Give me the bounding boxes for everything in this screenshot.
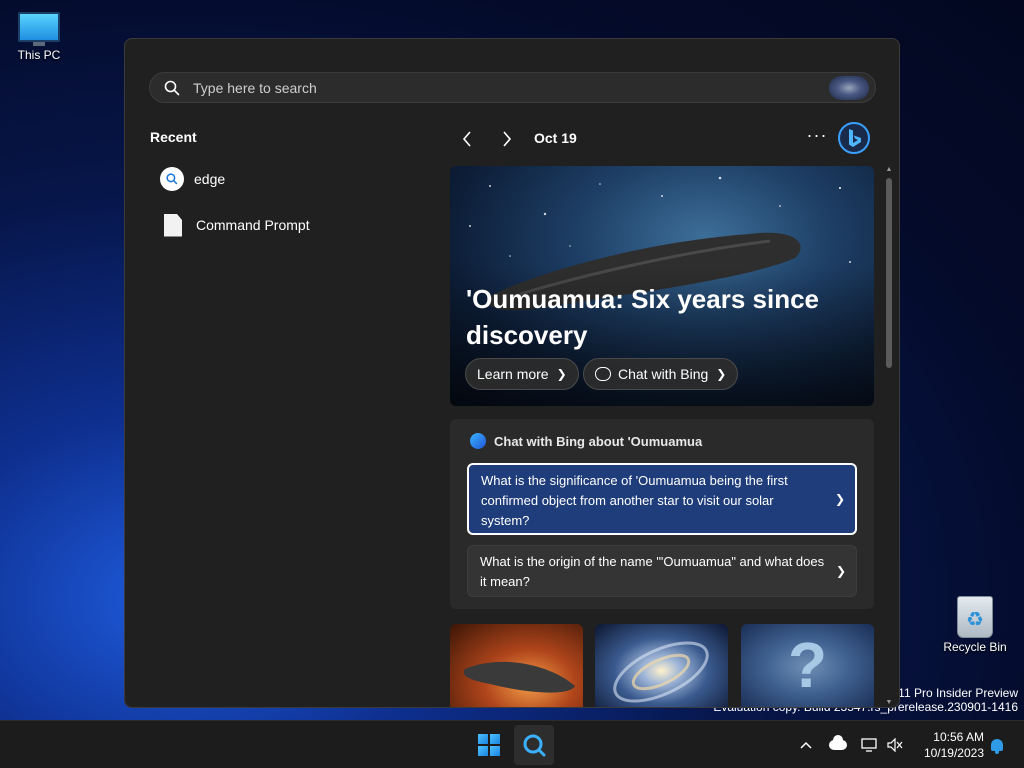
chat-card-title: Chat with Bing about 'Oumuamua xyxy=(470,433,702,449)
search-icon xyxy=(164,80,180,95)
asteroid-thumbnail[interactable] xyxy=(450,624,583,707)
scroll-up-icon[interactable]: ▲ xyxy=(885,166,893,173)
taskbar-search-button[interactable] xyxy=(514,725,554,765)
search-panel: Recent edge Command Prompt Oct 19 ··· xyxy=(124,38,900,708)
chat-prompt-text: What is the significance of 'Oumuamua be… xyxy=(481,473,788,528)
highlight-date: Oct 19 xyxy=(534,130,577,146)
monitor-icon xyxy=(18,12,60,46)
chevron-right-icon: ❯ xyxy=(835,564,846,578)
hero-title: 'Oumuamua: Six years since discovery xyxy=(466,284,820,350)
previous-day-button[interactable] xyxy=(455,127,479,151)
recycle-bin-label: Recycle Bin xyxy=(943,640,1007,654)
file-icon xyxy=(164,213,182,237)
chevron-right-icon: ❯ xyxy=(556,367,567,381)
chat-prompt-text: What is the origin of the name "'Oumuamu… xyxy=(480,554,825,589)
next-day-button[interactable] xyxy=(495,127,519,151)
recent-item-edge[interactable]: edge xyxy=(160,163,225,195)
search-input[interactable] xyxy=(193,79,793,96)
scrollbar[interactable]: ▲ ▼ xyxy=(885,166,893,706)
chevron-right-icon xyxy=(503,131,512,147)
search-box[interactable] xyxy=(149,72,876,103)
chevron-left-icon xyxy=(462,131,471,147)
windows-logo-icon xyxy=(478,734,500,756)
recent-item-command-prompt[interactable]: Command Prompt xyxy=(160,209,310,241)
scrollbar-thumb[interactable] xyxy=(886,178,892,368)
chat-prompt[interactable]: What is the significance of 'Oumuamua be… xyxy=(467,463,857,535)
network-icon xyxy=(861,738,877,752)
chat-prompt[interactable]: What is the origin of the name "'Oumuamu… xyxy=(467,545,857,597)
chat-card-title-text: Chat with Bing about 'Oumuamua xyxy=(494,433,703,449)
bell-icon xyxy=(991,739,1003,754)
chevron-right-icon: ❯ xyxy=(716,367,727,381)
galaxy-thumbnail[interactable] xyxy=(595,624,728,707)
chevron-up-icon xyxy=(800,741,812,749)
recycle-bin-desktop-icon[interactable]: Recycle Bin xyxy=(937,596,1013,654)
this-pc-label: This PC xyxy=(17,48,61,62)
taskbar-clock[interactable]: 10:56 AM 10/19/2023 xyxy=(914,729,984,761)
search-icon xyxy=(523,734,546,757)
taskbar: 10:56 AM 10/19/2023 xyxy=(0,720,1024,768)
show-hidden-icons-button[interactable] xyxy=(796,733,816,757)
scroll-down-icon[interactable]: ▼ xyxy=(885,699,893,706)
learn-more-button[interactable]: Learn more ❯ xyxy=(465,358,579,390)
chat-with-bing-label: Chat with Bing xyxy=(618,366,709,382)
cloud-icon xyxy=(829,735,847,750)
recent-heading: Recent xyxy=(150,129,197,145)
recycle-bin-icon xyxy=(957,596,993,638)
chat-bubble-icon xyxy=(595,367,611,381)
galaxy-illustration xyxy=(613,641,709,703)
start-button[interactable] xyxy=(469,725,509,765)
notifications-button[interactable] xyxy=(986,733,1008,757)
learn-more-label: Learn more xyxy=(477,366,549,382)
oumuamua-thumbnail-icon[interactable] xyxy=(829,76,869,100)
network-button[interactable] xyxy=(858,733,880,757)
recent-item-label: edge xyxy=(194,171,226,187)
chat-with-bing-card: Chat with Bing about 'Oumuamua What is t… xyxy=(450,419,874,609)
question-mark-thumbnail[interactable]: ? xyxy=(741,624,874,707)
volume-button[interactable] xyxy=(884,733,906,757)
bing-button[interactable] xyxy=(837,121,871,155)
bing-logo-icon xyxy=(838,122,870,154)
onedrive-button[interactable] xyxy=(826,733,850,757)
this-pc-desktop-icon[interactable]: This PC xyxy=(1,8,77,62)
clock-date: 10/19/2023 xyxy=(923,746,984,760)
bing-logo-icon xyxy=(470,433,486,449)
recent-item-label: Command Prompt xyxy=(196,217,310,233)
chat-with-bing-button[interactable]: Chat with Bing ❯ xyxy=(583,358,739,390)
clock-time: 10:56 AM xyxy=(933,730,984,744)
asteroid-illustration xyxy=(463,661,575,693)
hero-card[interactable]: 'Oumuamua: Six years since discovery Lea… xyxy=(450,166,874,406)
more-options-button[interactable]: ··· xyxy=(805,125,829,149)
search-icon xyxy=(160,167,184,191)
question-mark-icon: ? xyxy=(787,629,828,701)
speaker-muted-icon xyxy=(887,738,903,752)
chevron-right-icon: ❯ xyxy=(834,492,845,506)
